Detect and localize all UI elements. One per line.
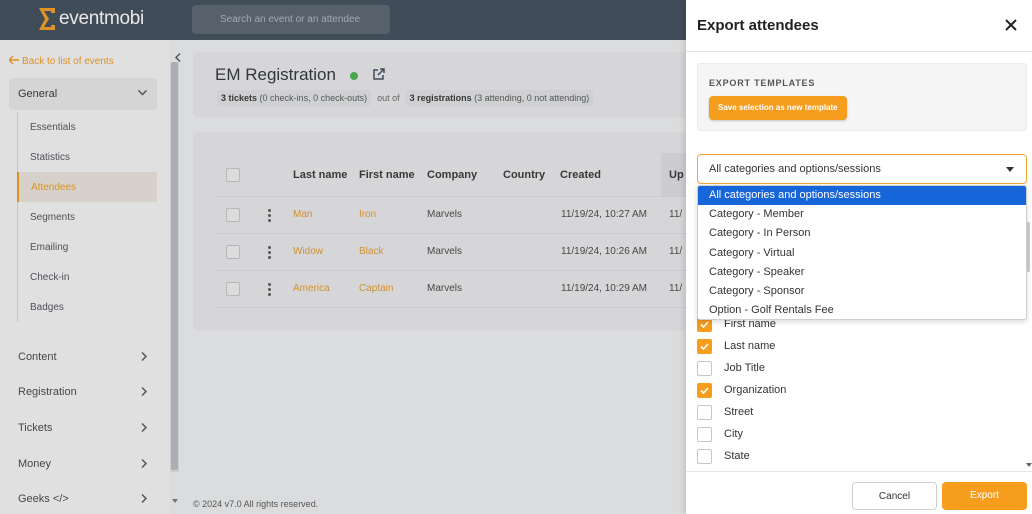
select-value: All categories and options/sessions <box>709 163 881 175</box>
divider <box>686 471 1032 472</box>
dropdown-option[interactable]: Category - In Person <box>698 224 1026 243</box>
dropdown-option[interactable]: Category - Speaker <box>698 263 1026 282</box>
field-checkbox[interactable] <box>697 382 712 398</box>
export-button[interactable]: Export <box>942 482 1027 510</box>
save-template-button[interactable]: Save selection as new template <box>709 96 847 120</box>
field-label: Organization <box>724 384 787 396</box>
dropdown-option[interactable]: Category - Virtual <box>698 244 1026 263</box>
section-title: EXPORT TEMPLATES <box>709 78 816 88</box>
field-label: State <box>724 450 750 462</box>
panel-title: Export attendees <box>697 17 819 34</box>
checkmark-icon <box>700 342 709 350</box>
field-city[interactable]: City <box>697 425 743 443</box>
field-label: City <box>724 428 743 440</box>
field-last-name[interactable]: Last name <box>697 337 775 355</box>
export-templates-section: EXPORT TEMPLATES Save selection as new t… <box>697 63 1027 131</box>
caret-down-icon <box>1006 167 1014 172</box>
field-organization[interactable]: Organization <box>697 381 786 399</box>
category-select[interactable]: All categories and options/sessions <box>697 154 1027 184</box>
field-checkbox[interactable] <box>697 360 712 376</box>
field-checkbox[interactable] <box>697 404 712 420</box>
dropdown-option[interactable]: Category - Sponsor <box>698 282 1026 301</box>
field-state[interactable]: State <box>697 447 750 465</box>
checkmark-icon <box>700 386 709 394</box>
field-checkbox[interactable] <box>697 448 712 464</box>
field-checkbox[interactable] <box>697 338 712 354</box>
cancel-button[interactable]: Cancel <box>852 482 937 510</box>
modal-backdrop[interactable] <box>0 0 686 514</box>
dropdown-option[interactable]: Category - Member <box>698 205 1026 224</box>
divider <box>686 51 1032 52</box>
close-icon[interactable] <box>1004 18 1018 37</box>
category-dropdown: All categories and options/sessions Cate… <box>697 185 1027 320</box>
field-job-title[interactable]: Job Title <box>697 359 765 377</box>
dropdown-option[interactable]: Option - Golf Rentals Fee <box>698 301 1026 319</box>
field-label: Job Title <box>724 362 765 374</box>
field-label: Street <box>724 406 754 418</box>
dropdown-option[interactable]: All categories and options/sessions <box>698 186 1026 206</box>
field-checkbox[interactable] <box>697 426 712 442</box>
scroll-down-arrow-icon[interactable] <box>1026 463 1032 467</box>
field-label: Last name <box>724 340 776 352</box>
field-street[interactable]: Street <box>697 403 753 421</box>
export-attendees-panel: Export attendees EXPORT TEMPLATES Save s… <box>686 0 1032 514</box>
